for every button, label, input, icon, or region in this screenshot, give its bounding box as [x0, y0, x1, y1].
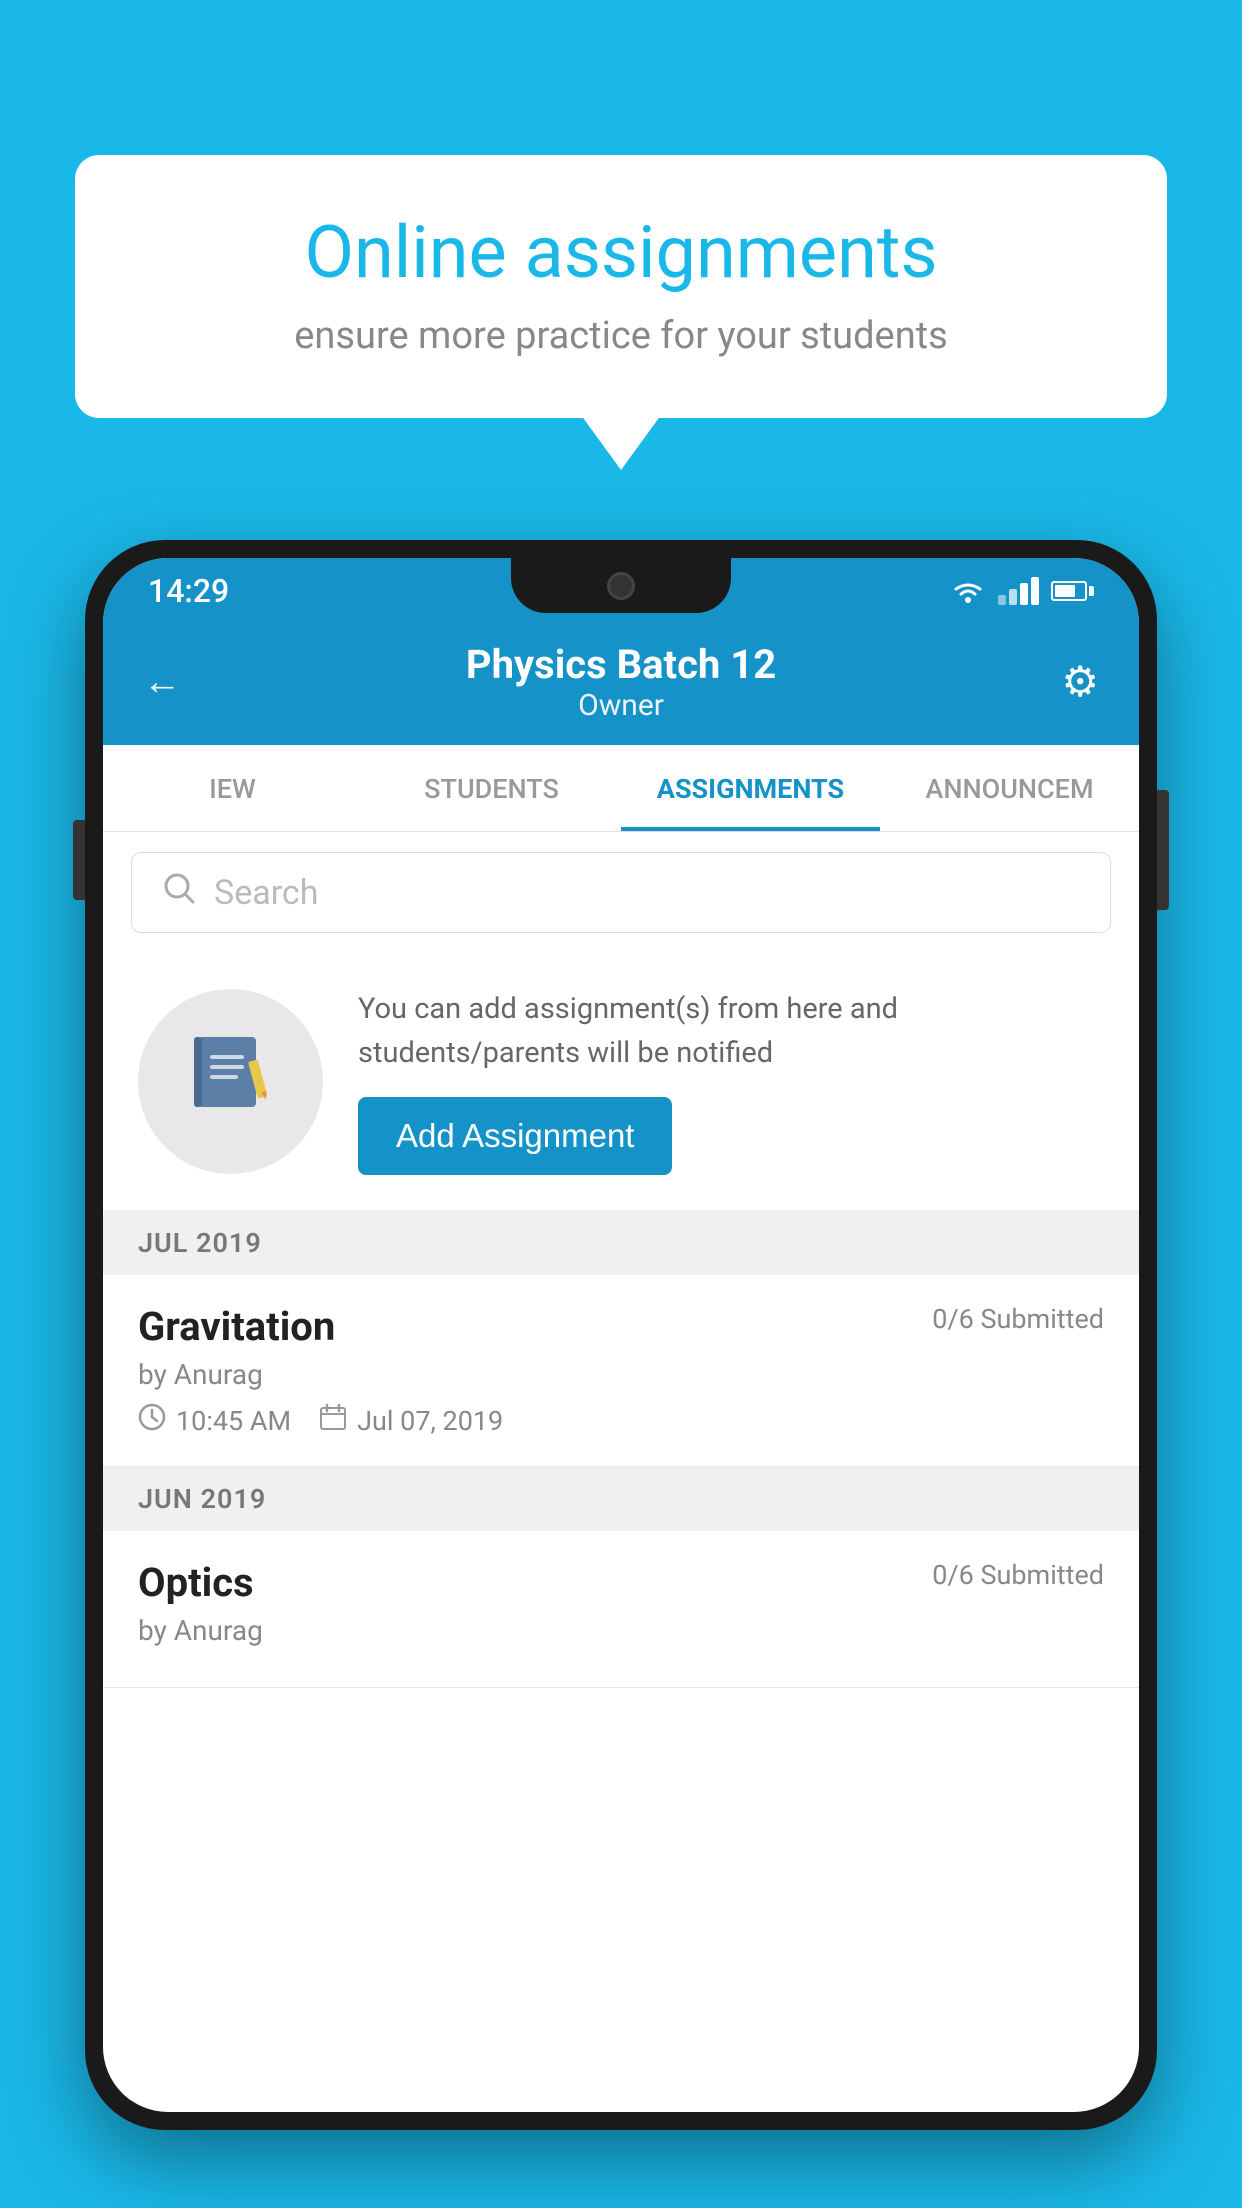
status-icons: [950, 577, 1094, 605]
phone-mockup: 14:29: [85, 540, 1157, 2208]
assignment-submitted: 0/6 Submitted: [932, 1303, 1104, 1335]
bubble-title: Online assignments: [135, 210, 1107, 296]
search-placeholder: Search: [214, 873, 318, 913]
speech-bubble-container: Online assignments ensure more practice …: [75, 155, 1167, 418]
wifi-icon: [950, 577, 986, 605]
meta-date-value: Jul 07, 2019: [357, 1405, 503, 1437]
info-card: You can add assignment(s) from here and …: [103, 953, 1139, 1211]
tabs-bar: IEW STUDENTS ASSIGNMENTS ANNOUNCEM: [103, 745, 1139, 832]
assignment-name: Gravitation: [138, 1303, 335, 1350]
phone-screen: 14:29: [103, 558, 1139, 2112]
side-button-left: [73, 820, 85, 900]
gear-icon[interactable]: ⚙: [1039, 657, 1099, 707]
bubble-subtitle: ensure more practice for your students: [135, 314, 1107, 358]
info-description: You can add assignment(s) from here and …: [358, 988, 1104, 1075]
tab-assignments[interactable]: ASSIGNMENTS: [621, 745, 880, 831]
header-subtitle: Owner: [466, 688, 776, 723]
status-time: 14:29: [148, 572, 229, 610]
clock-icon: [138, 1403, 166, 1438]
back-button[interactable]: ←: [143, 660, 203, 704]
header-title: Physics Batch 12: [466, 641, 776, 688]
assignment-top: Gravitation 0/6 Submitted: [138, 1303, 1104, 1350]
signal-icon: [998, 577, 1039, 605]
search-container: Search: [103, 832, 1139, 953]
add-assignment-button[interactable]: Add Assignment: [358, 1097, 672, 1175]
assignment-meta: 10:45 AM Jul 07, 2019: [138, 1403, 1104, 1438]
assignment-item-optics[interactable]: Optics 0/6 Submitted by Anurag: [103, 1531, 1139, 1688]
side-button-right: [1157, 790, 1169, 910]
tab-announcements[interactable]: ANNOUNCEM: [880, 745, 1139, 831]
assignment-top-optics: Optics 0/6 Submitted: [138, 1559, 1104, 1606]
assignment-item-gravitation[interactable]: Gravitation 0/6 Submitted by Anurag: [103, 1275, 1139, 1467]
section-header-jun: JUN 2019: [103, 1467, 1139, 1531]
meta-time-value: 10:45 AM: [176, 1405, 291, 1437]
header-center: Physics Batch 12 Owner: [466, 641, 776, 723]
search-bar[interactable]: Search: [131, 852, 1111, 933]
phone-notch: [511, 558, 731, 613]
tab-students[interactable]: STUDENTS: [362, 745, 621, 831]
phone-outer: 14:29: [85, 540, 1157, 2130]
assignment-by-optics: by Anurag: [138, 1614, 1104, 1647]
assignment-icon-circle: [138, 989, 323, 1174]
notebook-icon: [186, 1027, 276, 1137]
info-content: You can add assignment(s) from here and …: [358, 988, 1104, 1175]
search-icon: [162, 871, 196, 914]
assignment-name-optics: Optics: [138, 1559, 254, 1606]
front-camera: [607, 572, 635, 600]
assignment-by: by Anurag: [138, 1358, 1104, 1391]
speech-bubble: Online assignments ensure more practice …: [75, 155, 1167, 418]
app-header: ← Physics Batch 12 Owner ⚙: [103, 623, 1139, 745]
battery-icon: [1051, 581, 1094, 601]
section-header-jul: JUL 2019: [103, 1211, 1139, 1275]
meta-date: Jul 07, 2019: [319, 1403, 503, 1438]
meta-time: 10:45 AM: [138, 1403, 291, 1438]
calendar-icon: [319, 1403, 347, 1438]
assignment-submitted-optics: 0/6 Submitted: [932, 1559, 1104, 1591]
tab-iew[interactable]: IEW: [103, 745, 362, 831]
